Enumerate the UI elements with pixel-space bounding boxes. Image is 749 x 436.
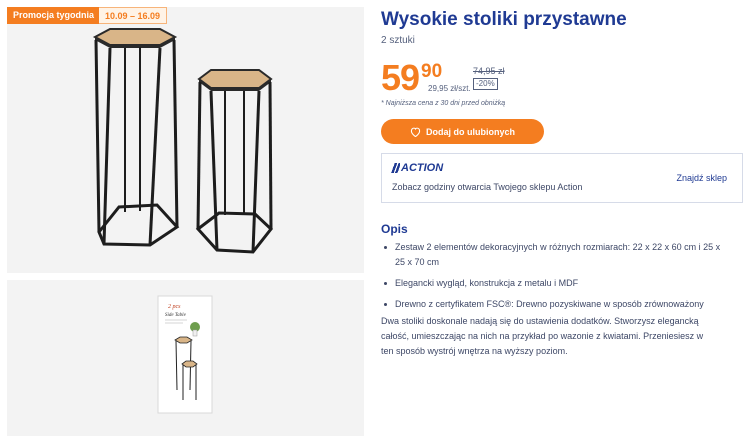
find-store-link[interactable]: Znajdź sklep [676,173,727,183]
promo-dates: 10.09 – 16.09 [99,7,168,24]
add-to-favorites-label: Dodaj do ulubionych [426,126,515,137]
list-item: Drewno z certyfikatem FSC®: Drewno pozys… [381,297,731,312]
lowest-price-note: * Najniższa cena z 30 dni przed obniżką [381,100,506,107]
description-heading: Opis [381,222,408,236]
add-to-favorites-button[interactable]: Dodaj do ulubionych [381,119,544,144]
action-logo-mark [391,163,400,173]
description-text: Dwa stoliki doskonale nadają się do usta… [381,316,704,356]
package-brand: 2 pcs [168,304,181,310]
package-illustration: 2 pcs Side Table [157,295,213,414]
promo-badge: Promocja tygodnia 10.09 – 16.09 [7,7,168,24]
list-item: Elegancki wygląd, konstrukcja z metalu i… [381,276,731,291]
product-image-main[interactable]: Promocja tygodnia 10.09 – 16.09 [7,7,364,273]
side-tables-illustration [92,28,274,254]
discount-badge: -20% [473,78,498,90]
unit-price: 29,95 zł/szt. [428,84,471,93]
product-image-thumbnail[interactable]: 2 pcs Side Table [7,280,364,436]
old-price: 74,95 zł [473,66,505,76]
product-subtitle: 2 sztuki [381,35,415,46]
product-title: Wysokie stoliki przystawne [381,9,627,30]
store-card: ACTION Zobacz godziny otwarcia Twojego s… [381,153,743,203]
price-integer: 59 [381,57,420,98]
product-gallery: Promocja tygodnia 10.09 – 16.09 2 pcs Si… [0,0,372,436]
price-decimal: 90 [421,61,443,82]
description-bullets: Zestaw 2 elementów dekoracyjnych w różny… [381,240,731,318]
promo-label: Promocja tygodnia [7,7,100,24]
package-name: Side Table [165,313,187,318]
action-logo: ACTION [391,162,443,174]
store-hours-text: Zobacz godziny otwarcia Twojego sklepu A… [392,182,583,192]
list-item: Zestaw 2 elementów dekoracyjnych w różny… [381,240,731,270]
heart-icon [410,127,421,137]
